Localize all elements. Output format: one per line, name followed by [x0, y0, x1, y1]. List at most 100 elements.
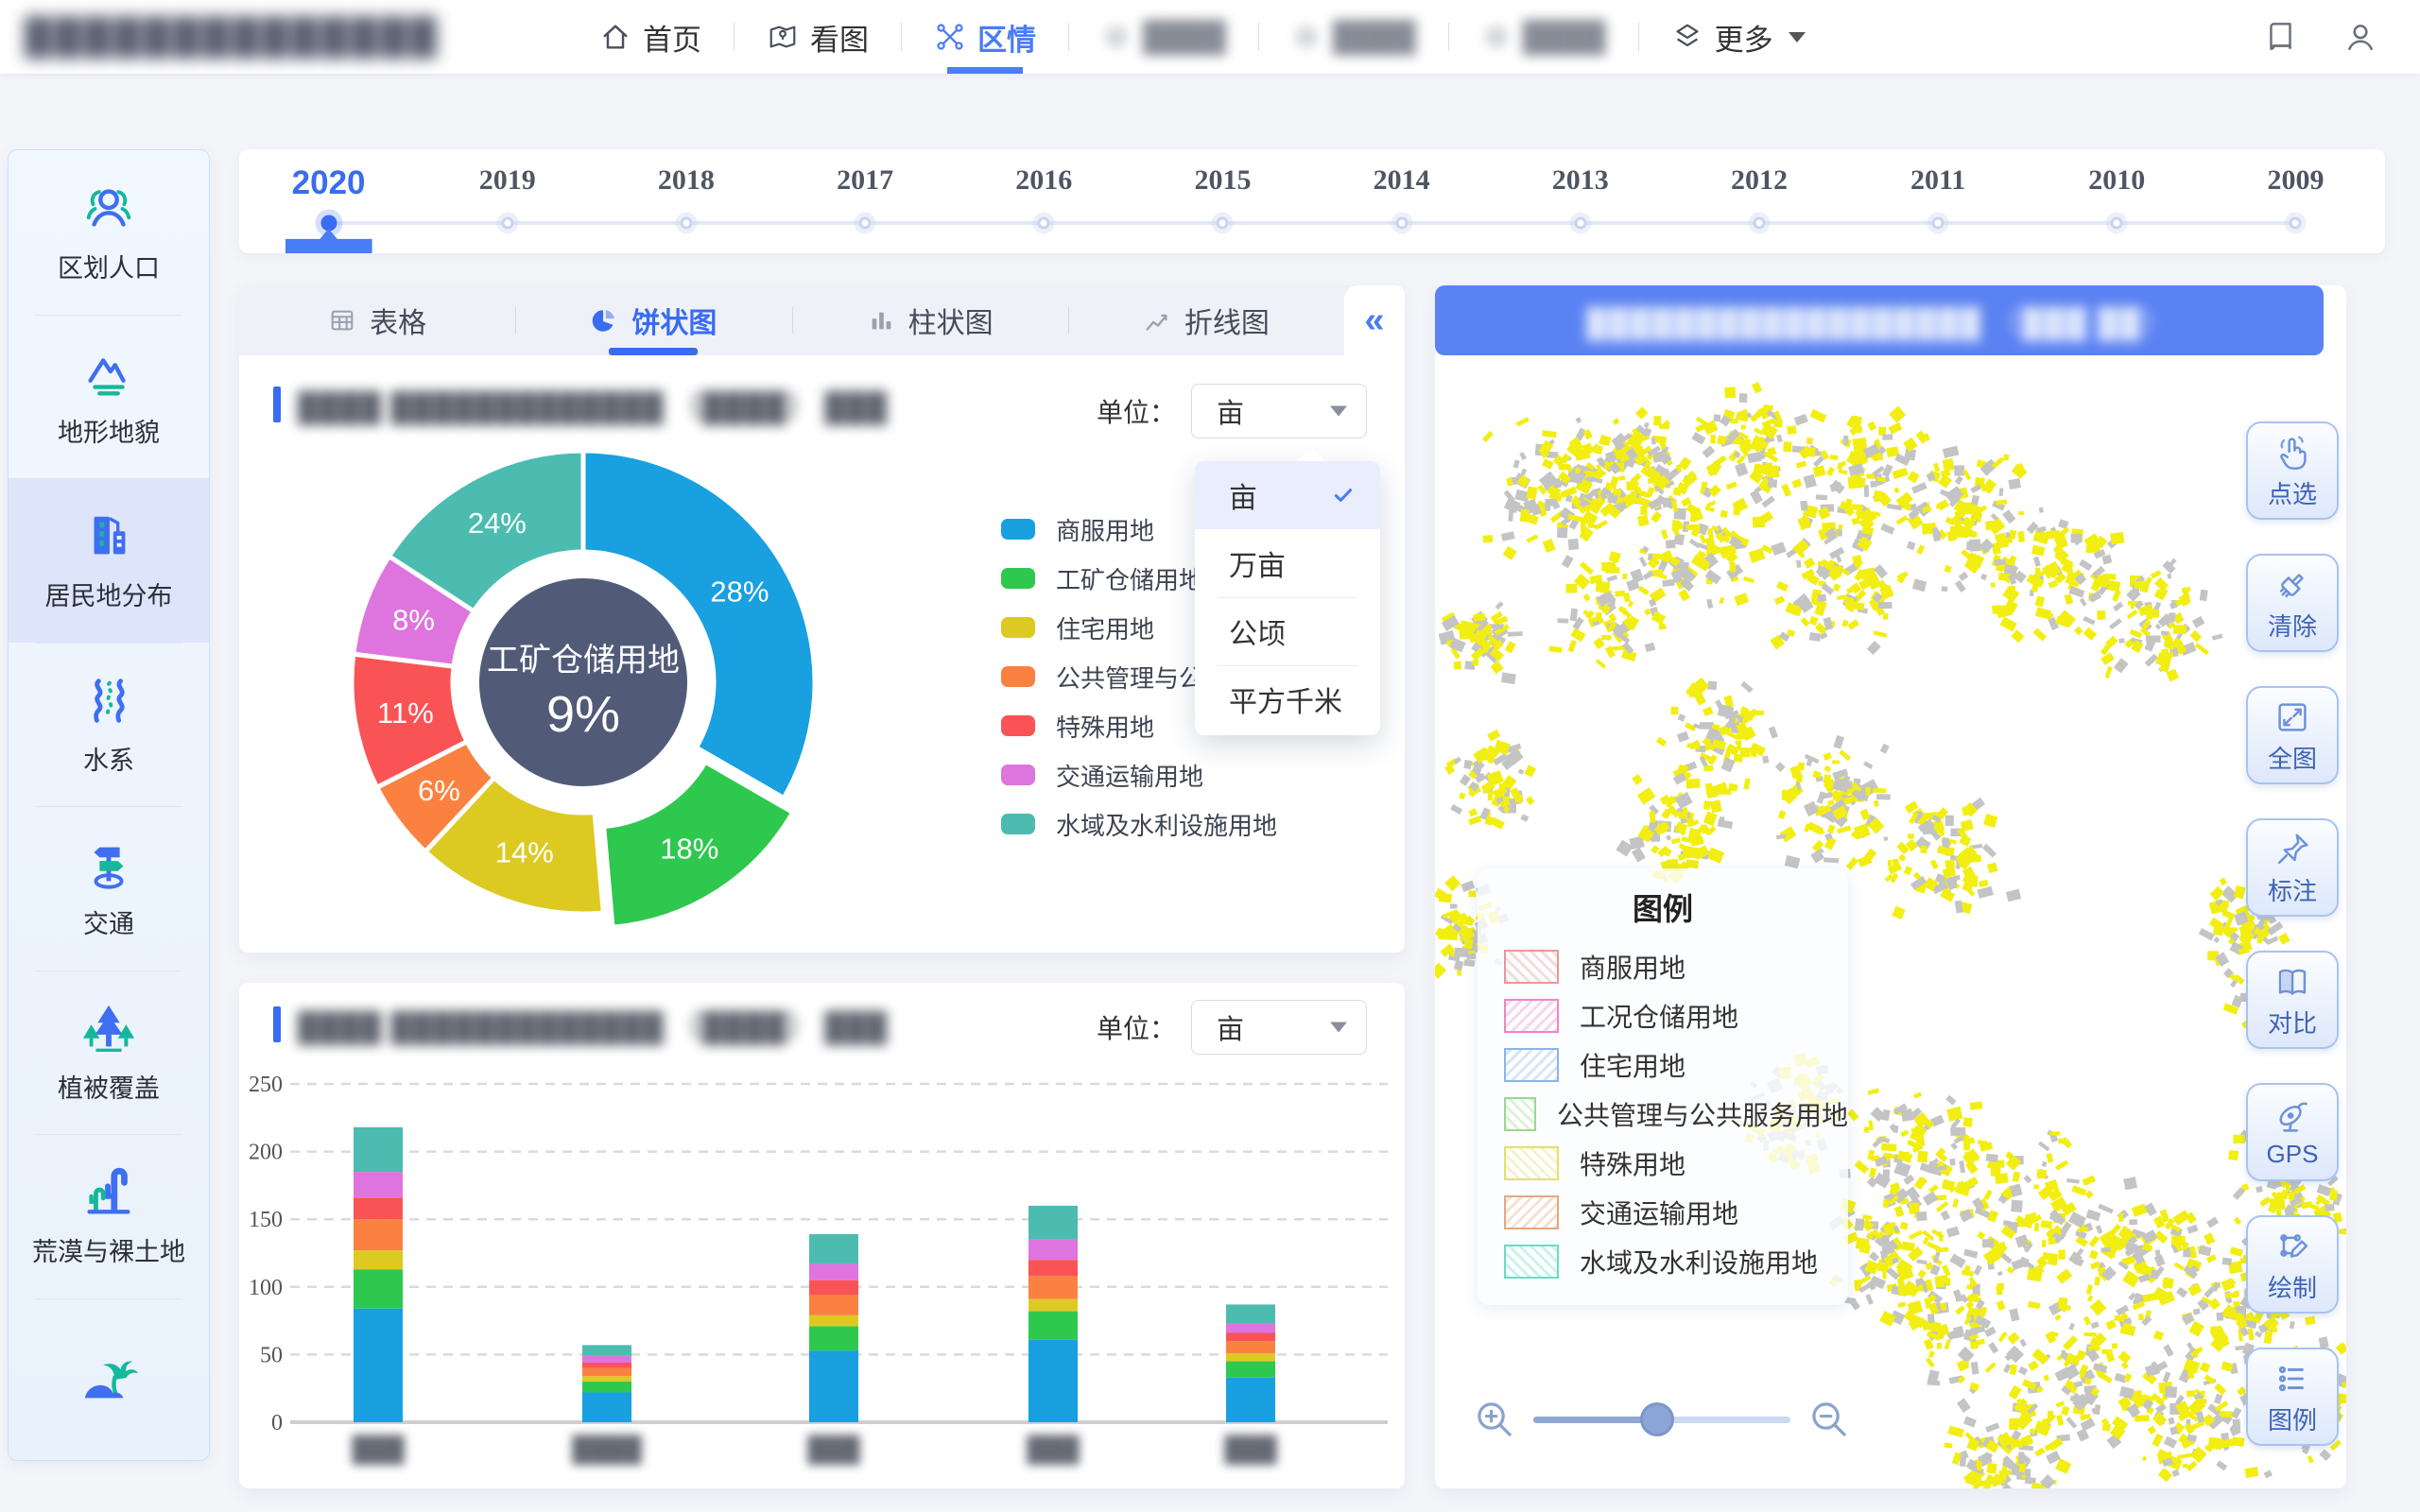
tab-表格[interactable]: 表格 [239, 285, 515, 355]
nav-item-more[interactable]: 更多 [1639, 0, 1838, 74]
sidebar-item-bottom[interactable] [9, 1298, 209, 1462]
tool-label: 图例 [2268, 1401, 2317, 1436]
timeline-year-2009[interactable]: 2009 [2206, 149, 2385, 253]
map-zoom-control [1473, 1391, 1927, 1448]
year-dot[interactable] [1753, 217, 1765, 230]
unit-option-平方千米[interactable]: 平方千米 [1195, 665, 1380, 733]
year-dot[interactable] [1932, 217, 1945, 230]
sidebar-item-水系[interactable]: 水系 [9, 643, 209, 807]
timeline-year-2016[interactable]: 2016 [955, 149, 1133, 253]
sidebar-item-植被覆盖[interactable]: 植被覆盖 [9, 971, 209, 1135]
satellite-icon [2272, 1096, 2313, 1138]
tool-label: 标注 [2268, 872, 2317, 907]
zoom-in-icon[interactable] [1473, 1398, 1516, 1441]
water-icon [79, 672, 138, 730]
unit-select[interactable]: 亩 [1191, 1000, 1367, 1055]
timeline-year-2011[interactable]: 2011 [1849, 149, 2028, 253]
app-logo: ██████████████ [0, 16, 567, 59]
year-dot[interactable] [320, 215, 337, 232]
timeline-year-2019[interactable]: 2019 [418, 149, 596, 253]
pie-legend-item[interactable]: 交通运输用地 [1001, 750, 1326, 799]
legend-label: 水域及水利设施用地 [1580, 1243, 1818, 1280]
donut-chart[interactable]: 工矿仓储用地 9% 28%18%14%6%11%8%24% [239, 399, 939, 947]
sidebar-item-区划人口[interactable]: 区划人口 [9, 150, 209, 315]
tab-label: 柱状图 [908, 300, 994, 341]
timeline-year-2015[interactable]: 2015 [1133, 149, 1312, 253]
tab-折线图[interactable]: 折线图 [1068, 285, 1344, 355]
nav-item-home[interactable]: 首页 [567, 0, 734, 74]
zoom-slider-fill [1533, 1417, 1657, 1423]
map-tool-标注[interactable]: 标注 [2246, 818, 2339, 917]
book-icon[interactable] [2263, 19, 2299, 55]
year-dot[interactable] [501, 217, 513, 230]
sidebar-item-居民地分布[interactable]: 居民地分布 [9, 478, 209, 643]
check-icon [1331, 483, 1356, 507]
unit-select[interactable]: 亩 [1191, 384, 1367, 438]
map-tool-点选[interactable]: 点选 [2246, 421, 2339, 520]
nav-item-blurred-2[interactable]: ████ [1259, 0, 1448, 74]
sidebar-item-交通[interactable]: 交通 [9, 806, 209, 971]
year-dot[interactable] [859, 217, 872, 230]
nav-item-label: 区情 [977, 16, 1036, 59]
legend-hatch-swatch [1504, 999, 1559, 1033]
year-dot[interactable] [680, 217, 692, 230]
sidebar-item-荒漠与裸土地[interactable]: 荒漠与裸土地 [9, 1134, 209, 1298]
tool-label: 对比 [2268, 1005, 2317, 1040]
nav-item-label: 首页 [643, 16, 701, 59]
tool-label: GPS [2267, 1140, 2319, 1169]
year-dot[interactable] [1395, 217, 1408, 230]
map-tool-清除[interactable]: 清除 [2246, 554, 2339, 652]
year-dot[interactable] [1574, 217, 1586, 230]
sidebar-item-label: 水系 [83, 740, 134, 777]
map-tool-图例[interactable]: 图例 [2246, 1348, 2339, 1446]
zoom-slider-track[interactable] [1533, 1417, 1790, 1423]
stacked-bar-chart[interactable]: 050100150200250 [249, 1058, 1392, 1436]
caret-down-icon [1330, 1022, 1347, 1033]
traffic-icon [79, 835, 138, 894]
map-tool-对比[interactable]: 对比 [2246, 951, 2339, 1049]
unit-option-公顷[interactable]: 公顷 [1195, 597, 1380, 665]
legend-hatch-swatch [1504, 1245, 1559, 1279]
timeline-year-2018[interactable]: 2018 [596, 149, 775, 253]
cactus-icon [79, 1163, 138, 1222]
map-tool-全图[interactable]: 全图 [2246, 686, 2339, 784]
timeline-year-2012[interactable]: 2012 [1669, 149, 1848, 253]
year-dot[interactable] [2290, 217, 2302, 230]
year-dot[interactable] [1038, 217, 1050, 230]
timeline-year-2010[interactable]: 2010 [2028, 149, 2206, 253]
legend-label: 公共管理与公共服务用地 [1557, 1095, 1848, 1133]
legend-swatch [1001, 715, 1035, 736]
legend-label: 工矿仓储用地 [1056, 561, 1203, 596]
unit-option-万亩[interactable]: 万亩 [1195, 529, 1380, 597]
legend-swatch [1001, 814, 1035, 834]
nav-item-blurred-1[interactable]: ████ [1069, 0, 1258, 74]
nav-item-district[interactable]: 区情 [902, 0, 1068, 74]
user-icon[interactable] [2342, 19, 2378, 55]
zoom-slider-handle[interactable] [1640, 1402, 1674, 1436]
pie-legend-item[interactable]: 水域及水利设施用地 [1001, 799, 1326, 849]
bar-chart-card: ████ █████████████ （████） ███ 单位： 亩 0501… [239, 983, 1405, 1488]
nav-item-label: 看图 [810, 16, 869, 59]
header-right [2263, 19, 2420, 55]
map-legend-item: 公共管理与公共服务用地 [1504, 1090, 1848, 1139]
zoom-out-icon[interactable] [1807, 1398, 1851, 1441]
unit-label: 单位： [1097, 392, 1176, 430]
timeline-year-2020[interactable]: 2020 [239, 149, 418, 253]
timeline-year-2013[interactable]: 2013 [1491, 149, 1669, 253]
svg-text:100: 100 [249, 1276, 283, 1300]
sidebar-item-地形地貌[interactable]: 地形地貌 [9, 315, 209, 479]
year-label: 2016 [1015, 164, 1072, 197]
collapse-panel-button[interactable]: « [1344, 285, 1405, 355]
timeline-year-2017[interactable]: 2017 [776, 149, 955, 253]
map-tool-GPS[interactable]: GPS [2246, 1083, 2339, 1181]
map-tool-绘制[interactable]: 绘制 [2246, 1215, 2339, 1314]
tab-柱状图[interactable]: 柱状图 [792, 285, 1068, 355]
nav-item-view-map[interactable]: 看图 [735, 0, 901, 74]
unit-option-亩[interactable]: 亩 [1195, 461, 1380, 529]
tab-label: 饼状图 [631, 300, 717, 341]
year-dot[interactable] [2111, 217, 2123, 230]
timeline-year-2014[interactable]: 2014 [1312, 149, 1491, 253]
tab-饼状图[interactable]: 饼状图 [515, 285, 791, 355]
nav-item-blurred-3[interactable]: ████ [1449, 0, 1638, 74]
year-dot[interactable] [1217, 217, 1229, 230]
